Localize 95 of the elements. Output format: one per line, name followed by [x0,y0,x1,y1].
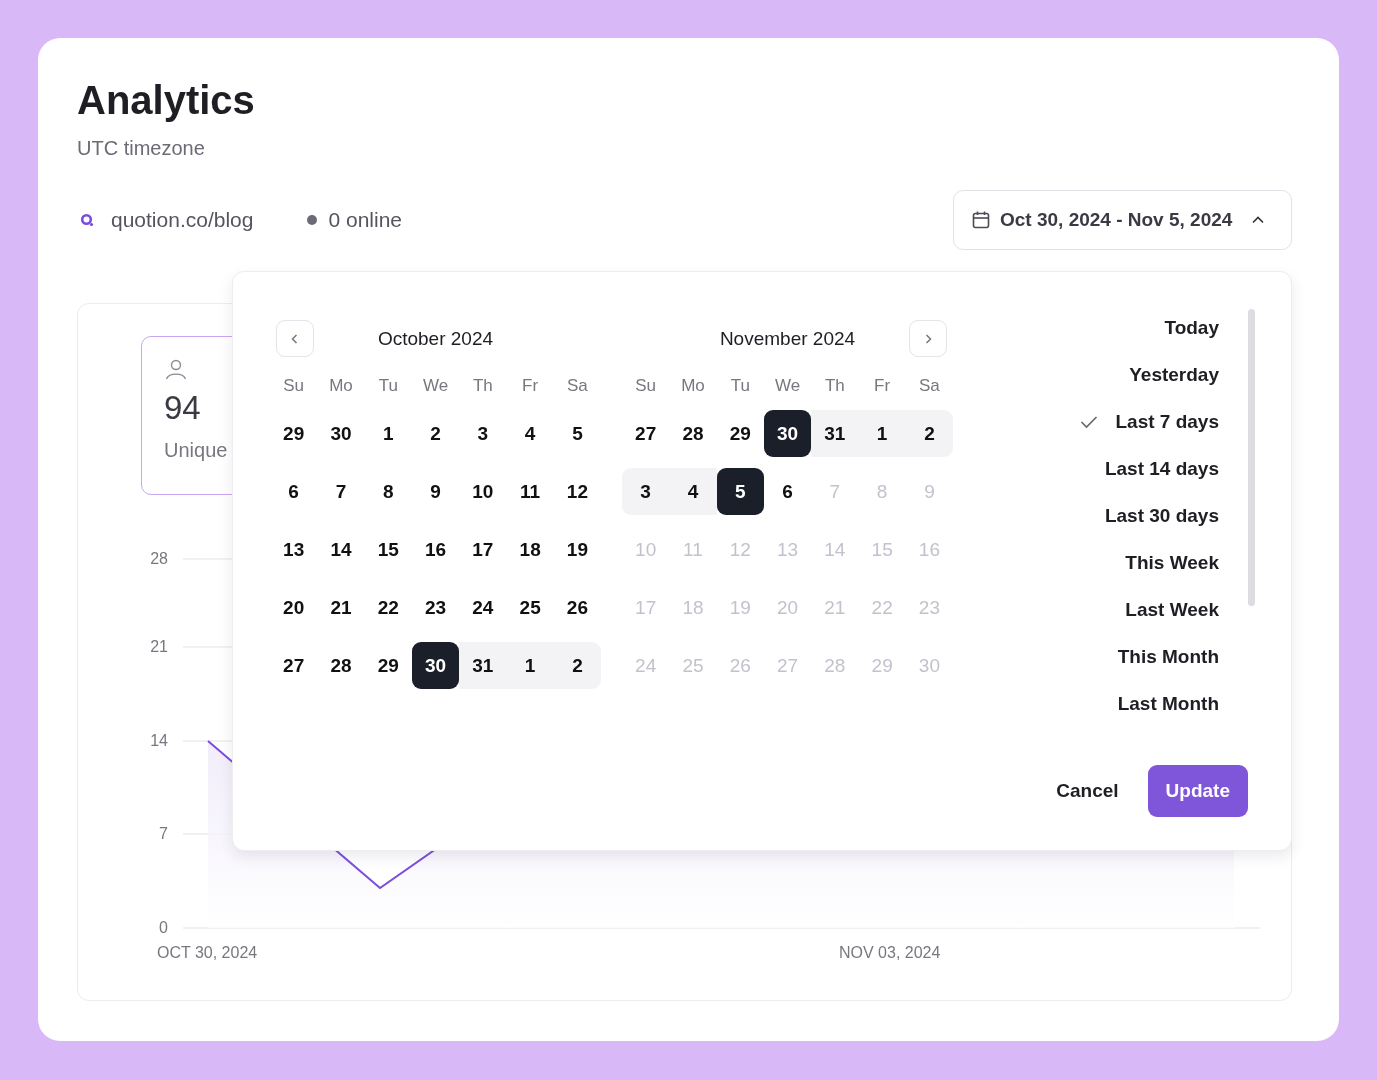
calendar-day[interactable]: 21 [317,584,365,631]
calendar-day[interactable]: 30 [411,642,460,689]
calendar-day[interactable]: 10 [459,468,507,515]
calendar-day[interactable]: 25 [506,584,554,631]
weekday-label: Mo [680,376,706,396]
calendar-day[interactable]: 13 [270,526,318,573]
calendar-day[interactable]: 12 [553,468,602,515]
calendar-day[interactable]: 5 [716,468,764,515]
calendar-day[interactable]: 5 [553,410,602,457]
preset-option[interactable]: Last 7 days [1079,398,1219,445]
calendar-day[interactable]: 11 [506,468,554,515]
calendar-day[interactable]: 29 [716,410,764,457]
y-axis-label: 7 [159,825,168,842]
preset-option[interactable]: Last 30 days [1104,492,1219,539]
calendar-day[interactable]: 16 [411,526,460,573]
month-title: November 2024 [719,328,856,350]
calendar-day[interactable]: 17 [459,526,507,573]
calendar-day[interactable]: 28 [669,410,717,457]
calendar-day[interactable]: 20 [270,584,318,631]
site-logo-icon [80,213,94,227]
preset-option[interactable]: Last Week [1125,586,1219,633]
calendar-icon [971,210,991,230]
preset-option[interactable]: This Month [1117,633,1219,680]
calendar-day[interactable]: 6 [763,468,812,515]
previous-month-button[interactable] [276,320,314,357]
calendar-day[interactable]: 22 [364,584,412,631]
y-axis-label: 0 [159,919,168,936]
calendar-day[interactable]: 4 [669,468,717,515]
preset-option[interactable]: Yesterday [1129,351,1219,398]
next-month-button[interactable] [909,320,947,357]
calendar-day[interactable]: 30 [317,410,365,457]
calendar-day[interactable]: 19 [553,526,602,573]
calendar-day[interactable]: 2 [905,410,954,457]
calendar-day[interactable]: 7 [317,468,365,515]
calendar-day[interactable]: 24 [459,584,507,631]
y-axis-label: 21 [150,638,168,655]
stat-label: Unique [164,439,228,462]
calendar-day[interactable]: 15 [364,526,412,573]
weekday-label: Sa [918,376,941,396]
preset-option[interactable]: Last Month [1117,680,1219,727]
calendar-day[interactable]: 1 [858,410,906,457]
calendar-day[interactable]: 26 [553,584,602,631]
scrollbar-thumb[interactable] [1248,309,1255,606]
month-title: October 2024 [377,328,494,350]
calendar-day[interactable]: 1 [506,642,554,689]
calendar-day[interactable]: 6 [270,468,318,515]
calendar-day[interactable]: 29 [364,642,412,689]
calendar-day[interactable]: 18 [506,526,554,573]
cancel-button[interactable]: Cancel [1056,780,1119,802]
online-count: 0 online [328,208,402,232]
page-title: Analytics [77,77,255,124]
weekday-label: We [773,376,802,396]
weekday-label: Mo [328,376,354,396]
calendar-day[interactable]: 31 [459,642,507,689]
calendar-day[interactable]: 27 [270,642,318,689]
weekday-label: Tu [729,376,751,396]
weekday-label: Tu [377,376,399,396]
weekday-label: Fr [873,376,892,396]
calendar-day[interactable]: 31 [811,410,859,457]
status-dot [307,215,318,225]
weekday-label: Su [282,376,306,396]
x-axis-label: NOV 03, 2024 [839,944,941,961]
check-icon [1079,414,1098,429]
calendar-day[interactable]: 9 [411,468,460,515]
date-range-button[interactable]: Oct 30, 2024 - Nov 5, 2024 [953,190,1292,250]
weekday-label: We [421,376,450,396]
calendar-day[interactable]: 29 [270,410,318,457]
calendar-day[interactable]: 8 [364,468,412,515]
calendar-day[interactable]: 2 [411,410,460,457]
stat-value: 94 [164,389,201,427]
calendar-day[interactable]: 14 [317,526,365,573]
calendar-day[interactable]: 3 [459,410,507,457]
calendar-day[interactable]: 28 [317,642,365,689]
calendar-day[interactable]: 23 [411,584,460,631]
timezone-label: UTC timezone [77,136,205,160]
x-axis-label: OCT 30, 2024 [157,944,258,961]
weekday-label: Sa [566,376,589,396]
weekday-label: Su [634,376,658,396]
preset-option[interactable]: This Week [1125,539,1219,586]
preset-option[interactable]: Today [1164,304,1219,351]
preset-option[interactable]: Last 14 days [1104,445,1219,492]
calendar-day[interactable]: 30 [763,410,812,457]
update-button[interactable]: Update [1147,765,1248,817]
calendar-day[interactable]: 1 [364,410,412,457]
user-icon [164,357,188,381]
weekday-label: Th [823,376,846,396]
calendar-day[interactable]: 3 [622,468,670,515]
y-axis-label: 28 [150,550,168,567]
calendar-day[interactable]: 2 [553,642,602,689]
y-axis-label: 14 [150,732,168,749]
calendar-day[interactable]: 27 [622,410,670,457]
weekday-label: Th [471,376,494,396]
site-name[interactable]: quotion.co/blog [111,208,254,232]
weekday-label: Fr [521,376,540,396]
calendar-day[interactable]: 4 [506,410,554,457]
